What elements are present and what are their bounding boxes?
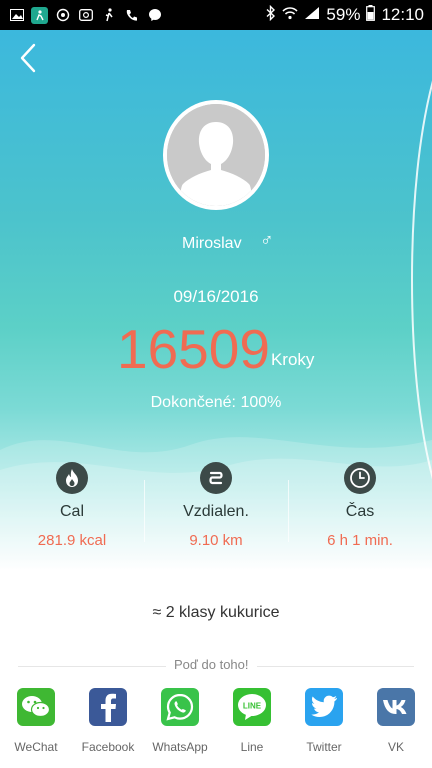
stat-time: Čas 6 h 1 min.: [288, 462, 432, 558]
stat-time-label: Čas: [345, 503, 375, 520]
battery-percent: 59%: [326, 5, 361, 24]
battery-icon: [366, 4, 376, 26]
person-silhouette-icon: [167, 104, 265, 206]
stat-distance-label: Vzdialen.: [183, 503, 249, 520]
wifi-icon: [282, 5, 298, 25]
fitness-app-icon: [31, 6, 48, 24]
share-wechat-button[interactable]: WeChat: [0, 688, 72, 754]
share-line-button[interactable]: LINE Line: [216, 688, 288, 754]
stats-row: Cal 281.9 kcal Vzdialen. 9.10 km Čas 6 h…: [0, 462, 432, 558]
steps-unit: Kroky: [270, 350, 315, 369]
share-whatsapp-label: WhatsApp: [152, 740, 208, 754]
sync-icon: [54, 7, 71, 24]
share-twitter-button[interactable]: Twitter: [288, 688, 360, 754]
food-equivalent: ≈ 2 klasy kukurice: [152, 604, 280, 621]
clock-icon: [344, 462, 376, 494]
walking-icon: [100, 7, 117, 24]
chevron-left-icon: [20, 43, 36, 73]
share-facebook-label: Facebook: [81, 740, 135, 754]
stat-distance: Vzdialen. 9.10 km: [144, 462, 288, 558]
steps-summary: 16509 Kroky: [117, 320, 314, 378]
avatar[interactable]: [163, 100, 269, 210]
stat-calories-value: 281.9 kcal: [37, 532, 107, 549]
line-icon: LINE: [233, 688, 271, 726]
svg-text:LINE: LINE: [243, 702, 262, 711]
share-wechat-label: WeChat: [14, 740, 58, 754]
whatsapp-icon: [161, 688, 199, 726]
status-bar: 59% 12:10: [0, 0, 432, 30]
bluetooth-icon: [266, 4, 276, 26]
twitter-icon: [305, 688, 343, 726]
facebook-icon: [89, 688, 127, 726]
stat-distance-value: 9.10 km: [189, 532, 243, 549]
share-whatsapp-button[interactable]: WhatsApp: [144, 688, 216, 754]
date-label: 09/16/2016: [173, 287, 259, 306]
steps-count: 16509: [117, 318, 270, 380]
stat-time-value: 6 h 1 min.: [327, 532, 393, 549]
flame-icon: [56, 462, 88, 494]
system-status: 59% 12:10: [266, 4, 424, 26]
share-vk-button[interactable]: VK: [360, 688, 432, 754]
signal-icon: [304, 5, 320, 25]
share-row: WeChat Facebook WhatsApp LINE Line Twitt…: [0, 688, 432, 754]
stat-calories: Cal 281.9 kcal: [0, 462, 144, 558]
wechat-icon: [17, 688, 55, 726]
male-gender-icon: ♂: [260, 230, 274, 250]
messenger-icon: [146, 7, 163, 24]
goal-completion: Dokončené: 100%: [150, 394, 282, 411]
voicemail-icon: [77, 7, 94, 24]
vk-icon: [377, 688, 415, 726]
share-vk-label: VK: [387, 740, 404, 754]
share-title: Poď do toho!: [166, 657, 257, 672]
stat-calories-label: Cal: [59, 503, 84, 520]
phone-icon: [123, 7, 140, 24]
clock-time: 12:10: [381, 5, 424, 24]
notification-icons: [8, 6, 163, 24]
distance-icon: [200, 462, 232, 494]
user-name: Miroslav: [182, 235, 242, 252]
gallery-icon: [8, 7, 25, 24]
share-twitter-label: Twitter: [306, 740, 342, 754]
share-facebook-button[interactable]: Facebook: [72, 688, 144, 754]
back-button[interactable]: [10, 40, 46, 76]
share-line-label: Line: [240, 740, 264, 754]
